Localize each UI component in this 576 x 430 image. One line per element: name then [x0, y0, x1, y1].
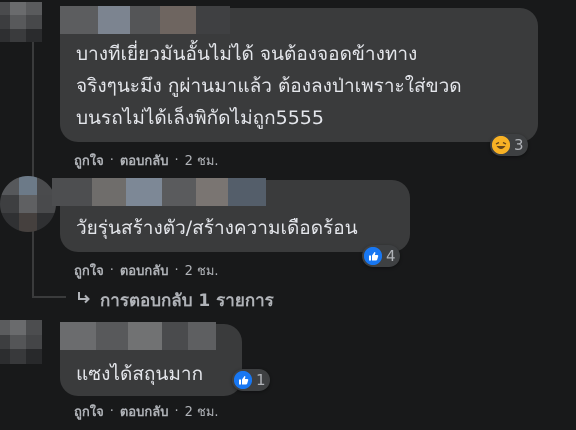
comment-line: บนรถไม่ได้เล็งพิกัดไม่ถูก5555 — [76, 107, 324, 129]
thread-line-vertical — [32, 40, 34, 298]
comment-actions: ถูกใจ · ตอบกลับ · 2 ชม. — [74, 150, 219, 171]
timestamp[interactable]: 2 ชม. — [185, 150, 219, 171]
replies-label: การตอบกลับ 1 รายการ — [100, 291, 274, 311]
timestamp[interactable]: 2 ชม. — [185, 260, 219, 281]
view-replies-link[interactable]: การตอบกลับ 1 รายการ — [76, 287, 274, 314]
comment-line: วัยรุ่นสร้างตัว/สร้างความเดือดร้อน — [76, 217, 358, 239]
comment-line: แซงได้สถุนมาก — [76, 363, 204, 385]
reaction-number: 4 — [386, 247, 396, 265]
comment-text: แซงได้สถุนมาก — [76, 358, 203, 390]
avatar[interactable] — [0, 176, 56, 232]
reaction-count[interactable]: 1 — [232, 369, 270, 391]
comment-actions: ถูกใจ · ตอบกลับ · 2 ชม. — [74, 401, 219, 422]
reply-link[interactable]: ตอบกลับ — [120, 401, 169, 422]
commenter-name-blurred[interactable] — [60, 322, 216, 350]
separator: · — [109, 153, 114, 168]
comment-text: บางทีเยี่ยวมันอั้นไม่ได้ จนต้องจอดข้างทา… — [76, 38, 462, 134]
like-link[interactable]: ถูกใจ — [74, 150, 104, 171]
avatar[interactable] — [0, 2, 42, 42]
timestamp[interactable]: 2 ชม. — [185, 401, 219, 422]
reaction-number: 1 — [256, 371, 266, 389]
separator: · — [174, 263, 179, 278]
avatar[interactable] — [0, 320, 42, 364]
like-link[interactable]: ถูกใจ — [74, 401, 104, 422]
comment-line: จริงๆนะมึง กูผ่านมาแล้ว ต้องลงป่าเพราะใส… — [76, 75, 462, 97]
separator: · — [174, 404, 179, 419]
reply-arrow-icon — [76, 290, 92, 311]
haha-icon — [492, 136, 510, 154]
reaction-count[interactable]: 4 — [362, 245, 400, 267]
reply-link[interactable]: ตอบกลับ — [120, 150, 169, 171]
like-link[interactable]: ถูกใจ — [74, 260, 104, 281]
comment-actions: ถูกใจ · ตอบกลับ · 2 ชม. — [74, 260, 219, 281]
comment-text: วัยรุ่นสร้างตัว/สร้างความเดือดร้อน — [76, 212, 358, 244]
commenter-name-blurred[interactable] — [52, 178, 266, 206]
reaction-count[interactable]: 3 — [490, 134, 528, 156]
reply-link[interactable]: ตอบกลับ — [120, 260, 169, 281]
like-icon — [234, 371, 252, 389]
separator: · — [109, 263, 114, 278]
separator: · — [174, 153, 179, 168]
like-icon — [364, 247, 382, 265]
thread-line-branch — [32, 296, 66, 298]
separator: · — [109, 404, 114, 419]
reaction-number: 3 — [514, 136, 524, 154]
comment-line: บางทีเยี่ยวมันอั้นไม่ได้ จนต้องจอดข้างทา… — [76, 43, 418, 65]
commenter-name-blurred[interactable] — [60, 6, 230, 34]
